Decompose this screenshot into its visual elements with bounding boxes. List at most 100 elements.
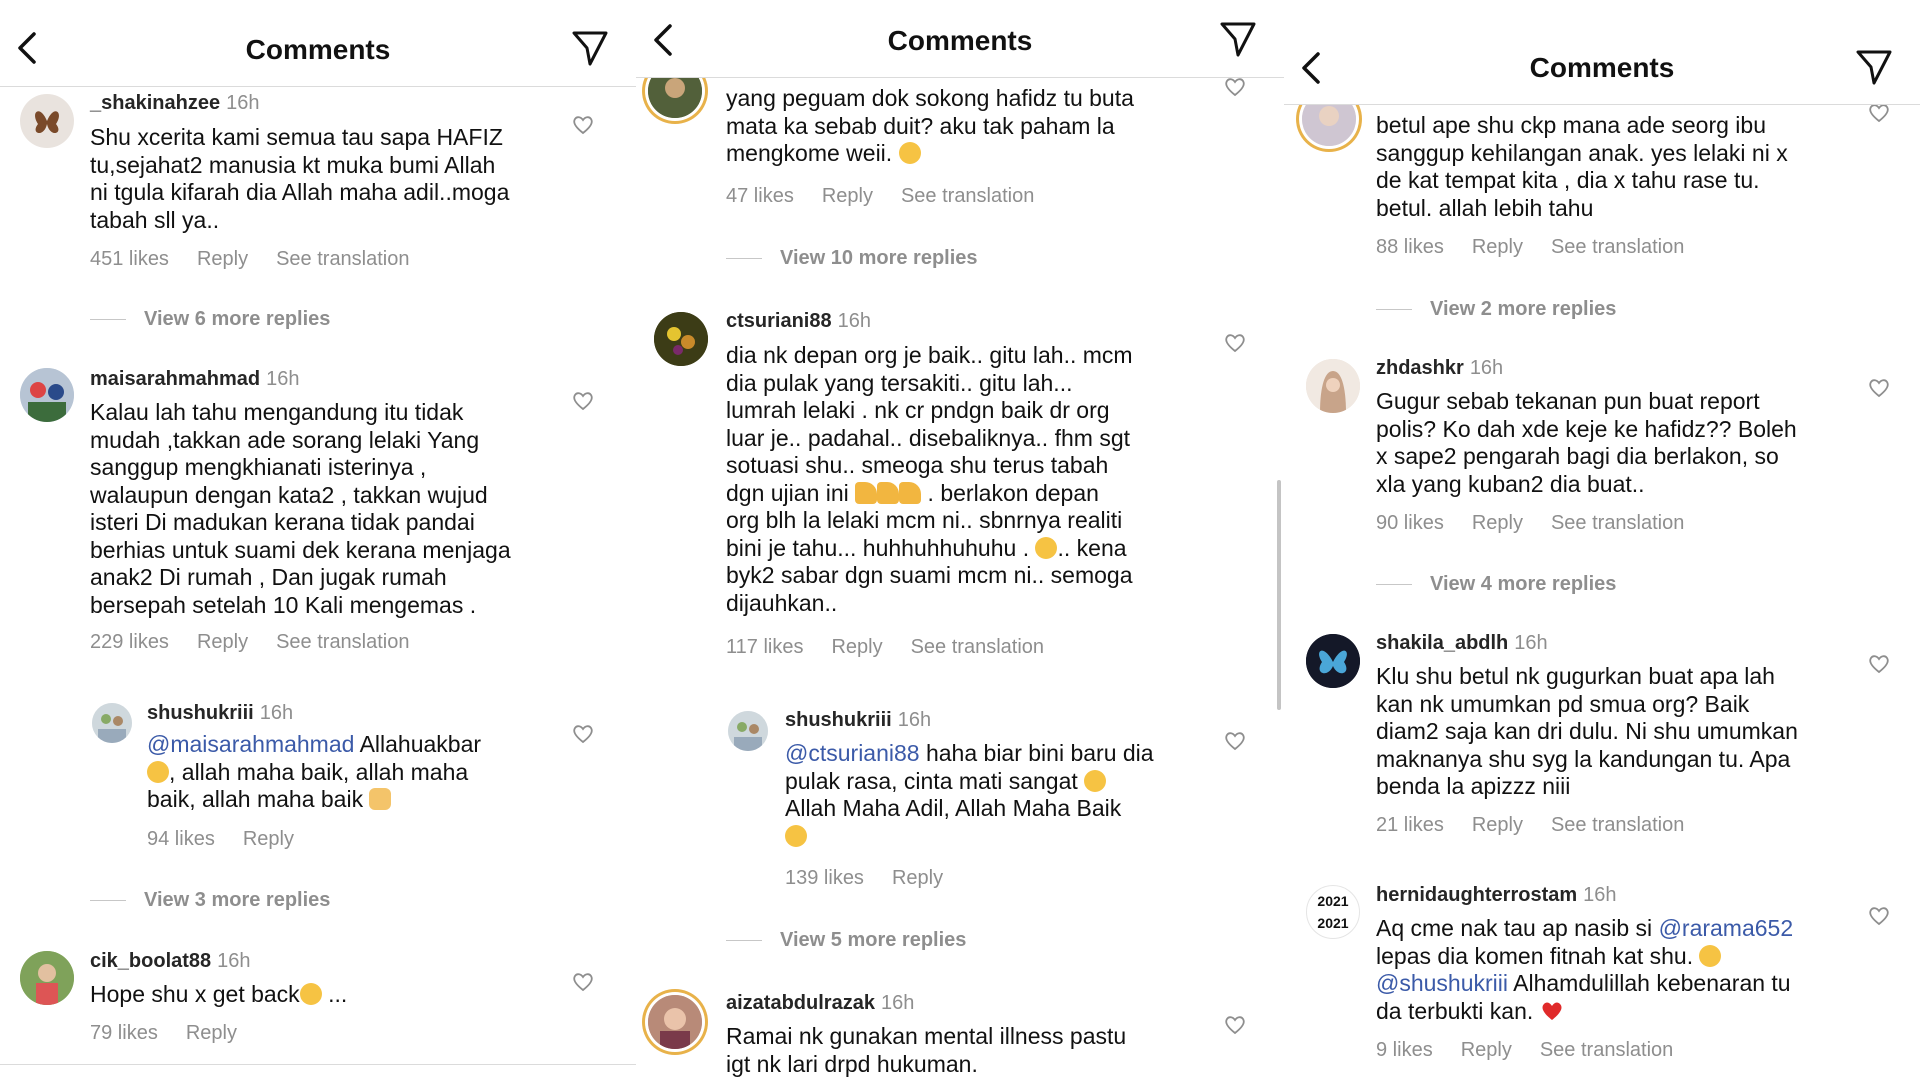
see-translation-link[interactable]: See translation bbox=[276, 631, 409, 653]
username-text[interactable]: maisarahmahmad bbox=[90, 368, 260, 390]
heart-icon[interactable] bbox=[1224, 77, 1246, 97]
avatar[interactable] bbox=[92, 703, 132, 743]
view-more-replies[interactable]: View 5 more replies bbox=[726, 929, 966, 952]
comment-username[interactable]: shakila_abdlh 16h bbox=[1376, 632, 1548, 655]
view-more-replies[interactable]: View 4 more replies bbox=[1376, 573, 1616, 596]
avatar[interactable] bbox=[654, 312, 708, 366]
send-icon[interactable] bbox=[570, 28, 610, 68]
comment-line: tabah sll ya.. bbox=[90, 206, 220, 233]
see-translation-link[interactable]: See translation bbox=[1551, 814, 1684, 836]
avatar[interactable] bbox=[20, 951, 74, 1005]
mention-link[interactable]: @rarama652 bbox=[1659, 915, 1794, 941]
avatar[interactable] bbox=[20, 94, 74, 148]
heart-icon[interactable] bbox=[1868, 906, 1890, 926]
comment-username[interactable]: hernidaughterrostam 16h bbox=[1376, 884, 1617, 907]
heart-icon[interactable] bbox=[1868, 654, 1890, 674]
username-text[interactable]: zhdashkr bbox=[1376, 357, 1464, 379]
reply-username[interactable]: shushukriii 16h bbox=[785, 709, 931, 732]
comment-line: Gugur sebab tekanan pun buat report bbox=[1376, 388, 1760, 414]
heart-icon[interactable] bbox=[1868, 378, 1890, 398]
send-icon[interactable] bbox=[1854, 47, 1894, 87]
avatar[interactable] bbox=[20, 368, 74, 422]
reply-button[interactable]: Reply bbox=[892, 867, 943, 889]
username-text[interactable]: aizatabdulrazak bbox=[726, 992, 875, 1014]
comment-line: maknanya shu syg la kandungan tu. Apa bbox=[1376, 745, 1791, 772]
heart-icon[interactable] bbox=[1224, 1015, 1246, 1035]
view-more-replies[interactable]: View 3 more replies bbox=[90, 889, 330, 912]
reply-button[interactable]: Reply bbox=[831, 636, 882, 658]
view-replies-label[interactable]: View 10 more replies bbox=[780, 247, 978, 269]
divider-dash bbox=[90, 319, 126, 321]
reply-button[interactable]: Reply bbox=[1472, 512, 1523, 534]
likes-count[interactable]: 117 likes bbox=[726, 636, 803, 658]
likes-count[interactable]: 139 likes bbox=[785, 867, 864, 889]
reply-username[interactable]: shushukriii 16h bbox=[147, 702, 293, 725]
comment-username[interactable]: maisarahmahmad 16h bbox=[90, 368, 299, 391]
see-translation-link[interactable]: See translation bbox=[276, 248, 409, 270]
see-translation-link[interactable]: See translation bbox=[1551, 512, 1684, 534]
heart-icon[interactable] bbox=[572, 724, 594, 744]
reply-button[interactable]: Reply bbox=[197, 248, 248, 270]
view-more-replies[interactable]: View 2 more replies bbox=[1376, 298, 1616, 321]
view-replies-label[interactable]: View 2 more replies bbox=[1430, 298, 1616, 320]
heart-icon[interactable] bbox=[572, 391, 594, 411]
reply-button[interactable]: Reply bbox=[1472, 236, 1523, 258]
reply-button[interactable]: Reply bbox=[1472, 814, 1523, 836]
view-replies-label[interactable]: View 6 more replies bbox=[144, 308, 330, 330]
comment-line: luar je.. padahal.. disebaliknya.. fhm s… bbox=[726, 424, 1131, 451]
timestamp: 16h bbox=[226, 92, 260, 114]
heart-icon[interactable] bbox=[572, 115, 594, 135]
scrollbar[interactable] bbox=[1277, 480, 1281, 710]
comment-text: Aq cme nak tau ap nasib si @rarama652 le… bbox=[1376, 915, 1793, 1025]
avatar[interactable] bbox=[1306, 634, 1360, 688]
username-text[interactable]: shushukriii bbox=[785, 709, 892, 731]
username-text[interactable]: shakila_abdlh bbox=[1376, 632, 1508, 654]
heart-icon[interactable] bbox=[572, 972, 594, 992]
likes-count[interactable]: 451 likes bbox=[90, 248, 169, 270]
username-text[interactable]: ctsuriani88 bbox=[726, 310, 832, 332]
comment-username[interactable]: ctsuriani88 16h bbox=[726, 310, 871, 333]
likes-count[interactable]: 79 likes bbox=[90, 1022, 158, 1044]
avatar[interactable]: 2021 2021 bbox=[1306, 885, 1360, 939]
avatar[interactable] bbox=[648, 995, 702, 1049]
username-text[interactable]: _shakinahzee bbox=[90, 92, 220, 114]
send-icon[interactable] bbox=[1218, 19, 1258, 59]
likes-count[interactable]: 21 likes bbox=[1376, 814, 1444, 836]
reply-button[interactable]: Reply bbox=[822, 185, 873, 207]
divider-dash bbox=[1376, 584, 1412, 586]
comment-username[interactable]: aizatabdulrazak 16h bbox=[726, 992, 914, 1015]
mention-link[interactable]: @shushukriii bbox=[1376, 970, 1508, 996]
reply-button[interactable]: Reply bbox=[243, 828, 294, 850]
reply-button[interactable]: Reply bbox=[1461, 1039, 1512, 1061]
see-translation-link[interactable]: See translation bbox=[1551, 236, 1684, 258]
username-text[interactable]: hernidaughterrostam bbox=[1376, 884, 1577, 906]
likes-count[interactable]: 229 likes bbox=[90, 631, 169, 653]
view-replies-label[interactable]: View 5 more replies bbox=[780, 929, 966, 951]
username-text[interactable]: shushukriii bbox=[147, 702, 254, 724]
see-translation-link[interactable]: See translation bbox=[911, 636, 1044, 658]
heart-icon[interactable] bbox=[1224, 333, 1246, 353]
heart-icon[interactable] bbox=[1868, 103, 1890, 123]
comment-username[interactable]: _shakinahzee 16h bbox=[90, 92, 259, 115]
comment-username[interactable]: zhdashkr 16h bbox=[1376, 357, 1503, 380]
comment-username[interactable]: cik_boolat88 16h bbox=[90, 950, 251, 973]
heart-icon[interactable] bbox=[1224, 731, 1246, 751]
view-replies-label[interactable]: View 3 more replies bbox=[144, 889, 330, 911]
avatar[interactable] bbox=[728, 711, 768, 751]
see-translation-link[interactable]: See translation bbox=[901, 185, 1034, 207]
mention-link[interactable]: @ctsuriani88 bbox=[785, 740, 920, 766]
view-replies-label[interactable]: View 4 more replies bbox=[1430, 573, 1616, 595]
view-more-replies[interactable]: View 10 more replies bbox=[726, 247, 978, 270]
avatar[interactable] bbox=[1306, 359, 1360, 413]
see-translation-link[interactable]: See translation bbox=[1540, 1039, 1673, 1061]
reply-button[interactable]: Reply bbox=[186, 1022, 237, 1044]
username-text[interactable]: cik_boolat88 bbox=[90, 950, 211, 972]
view-more-replies[interactable]: View 6 more replies bbox=[90, 308, 330, 331]
likes-count[interactable]: 90 likes bbox=[1376, 512, 1444, 534]
likes-count[interactable]: 9 likes bbox=[1376, 1039, 1433, 1061]
mention-link[interactable]: @maisarahmahmad bbox=[147, 731, 354, 757]
reply-button[interactable]: Reply bbox=[197, 631, 248, 653]
likes-count[interactable]: 94 likes bbox=[147, 828, 215, 850]
likes-count[interactable]: 88 likes bbox=[1376, 236, 1444, 258]
likes-count[interactable]: 47 likes bbox=[726, 185, 794, 207]
